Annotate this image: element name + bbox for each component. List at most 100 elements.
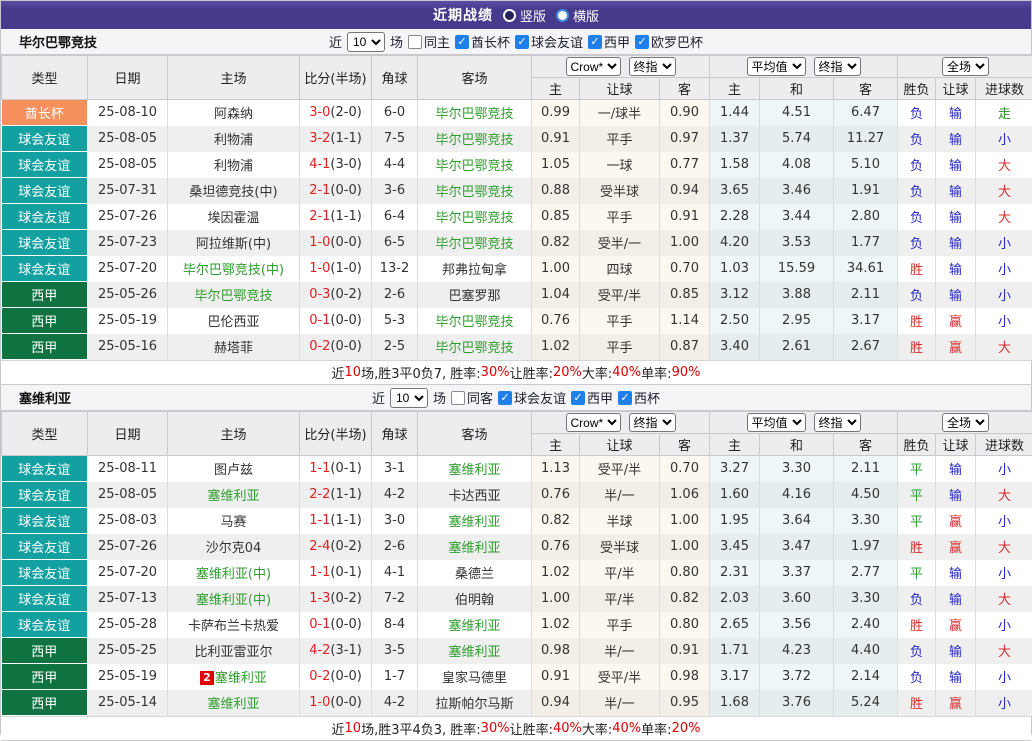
radio-checked-icon[interactable] bbox=[503, 9, 516, 22]
home-team-link[interactable]: 阿拉维斯(中) bbox=[168, 230, 300, 256]
home-team-link[interactable]: 沙尔克04 bbox=[168, 534, 300, 560]
away-team-link[interactable]: 毕尔巴鄂竞技 bbox=[418, 204, 532, 230]
away-team-link[interactable]: 毕尔巴鄂竞技 bbox=[418, 178, 532, 204]
away-team-link[interactable]: 毕尔巴鄂竞技 bbox=[418, 100, 532, 126]
home-team-link[interactable]: 塞维利亚(中) bbox=[168, 586, 300, 612]
same-side-filter[interactable]: 同主 bbox=[408, 32, 450, 51]
avg-final-select[interactable]: 终指 bbox=[814, 57, 861, 76]
home-team-link[interactable]: 图卢兹 bbox=[168, 456, 300, 482]
away-team-link[interactable]: 毕尔巴鄂竞技 bbox=[418, 334, 532, 360]
avg-away-odds: 2.14 bbox=[834, 664, 898, 690]
average-select[interactable]: 平均值 bbox=[747, 57, 806, 76]
home-team-link[interactable]: 马赛 bbox=[168, 508, 300, 534]
league-checkbox[interactable]: ✓ bbox=[618, 391, 632, 405]
col-header-home: 主场 bbox=[168, 56, 300, 100]
result-goals: 大 bbox=[976, 638, 1032, 664]
away-team-link[interactable]: 毕尔巴鄂竞技 bbox=[418, 126, 532, 152]
home-team-link[interactable]: 桑坦德竞技(中) bbox=[168, 178, 300, 204]
fulltime-select[interactable]: 全场 bbox=[942, 57, 989, 76]
corner-score: 7-2 bbox=[372, 586, 418, 612]
home-team-link[interactable]: 埃因霍温 bbox=[168, 204, 300, 230]
league-checkbox[interactable]: ✓ bbox=[571, 391, 585, 405]
home-team-link[interactable]: 毕尔巴鄂竞技(中) bbox=[168, 256, 300, 282]
avg-final-select[interactable]: 终指 bbox=[814, 413, 861, 432]
home-team-link[interactable]: 巴伦西亚 bbox=[168, 308, 300, 334]
away-team-link[interactable]: 巴塞罗那 bbox=[418, 282, 532, 308]
home-team-link[interactable]: 赫塔菲 bbox=[168, 334, 300, 360]
away-team-link[interactable]: 邦弗拉甸拿 bbox=[418, 256, 532, 282]
league-label: 欧罗巴杯 bbox=[651, 32, 703, 51]
competition-badge: 西甲 bbox=[2, 664, 88, 690]
bookmaker-select[interactable]: Crow* bbox=[566, 57, 621, 76]
away-team-link[interactable]: 伯明翰 bbox=[418, 586, 532, 612]
result-handicap: 赢 bbox=[936, 508, 976, 534]
league-filter[interactable]: ✓西甲 bbox=[571, 388, 613, 407]
league-filter[interactable]: ✓西杯 bbox=[618, 388, 660, 407]
home-team-link[interactable]: 利物浦 bbox=[168, 126, 300, 152]
league-filter[interactable]: ✓欧罗巴杯 bbox=[635, 32, 703, 51]
league-checkbox[interactable]: ✓ bbox=[635, 35, 649, 49]
away-team-link[interactable]: 毕尔巴鄂竞技 bbox=[418, 308, 532, 334]
match-count-select[interactable]: 10 bbox=[390, 388, 428, 408]
view-option-vertical[interactable]: 竖版 bbox=[503, 6, 546, 25]
avg-draw-odds: 15.59 bbox=[760, 256, 834, 282]
away-team-link[interactable]: 毕尔巴鄂竞技 bbox=[418, 230, 532, 256]
league-checkbox[interactable]: ✓ bbox=[588, 35, 602, 49]
same-side-filter[interactable]: 同客 bbox=[451, 388, 493, 407]
home-team-link[interactable]: 阿森纳 bbox=[168, 100, 300, 126]
competition-badge: 球会友谊 bbox=[2, 256, 88, 282]
away-team-link[interactable]: 卡达西亚 bbox=[418, 482, 532, 508]
home-team-link[interactable]: 卡萨布兰卡热爱 bbox=[168, 612, 300, 638]
final-odds-select[interactable]: 终指 bbox=[629, 57, 676, 76]
home-team-link[interactable]: 塞维利亚 bbox=[168, 690, 300, 716]
radio-unchecked-icon[interactable] bbox=[556, 9, 569, 22]
competition-badge: 球会友谊 bbox=[2, 204, 88, 230]
match-row: 酋长杯 25-08-10 阿森纳 3-0(2-0) 6-0 毕尔巴鄂竞技 0.9… bbox=[2, 100, 1032, 126]
view-option-horizontal[interactable]: 横版 bbox=[556, 6, 599, 25]
odds-away: 0.95 bbox=[660, 690, 710, 716]
avg-draw-odds: 3.76 bbox=[760, 690, 834, 716]
final-odds-select[interactable]: 终指 bbox=[629, 413, 676, 432]
home-team-link[interactable]: 利物浦 bbox=[168, 152, 300, 178]
result-goals: 大 bbox=[976, 586, 1032, 612]
home-team-link[interactable]: 塞维利亚(中) bbox=[168, 560, 300, 586]
away-team-link[interactable]: 塞维利亚 bbox=[418, 534, 532, 560]
away-team-link[interactable]: 塞维利亚 bbox=[418, 456, 532, 482]
average-select[interactable]: 平均值 bbox=[747, 413, 806, 432]
match-score: 1-0(1-0) bbox=[300, 256, 372, 282]
result-handicap: 输 bbox=[936, 152, 976, 178]
corner-score: 4-4 bbox=[372, 152, 418, 178]
league-checkbox[interactable]: ✓ bbox=[455, 35, 469, 49]
away-team-link[interactable]: 毕尔巴鄂竞技 bbox=[418, 152, 532, 178]
corner-score: 4-2 bbox=[372, 690, 418, 716]
result-win-loss: 平 bbox=[898, 456, 936, 482]
matches-table: 类型 日期 主场 比分(半场) 角球 客场 Crow* 终指 平均值 终指 bbox=[1, 411, 1032, 716]
away-team-link[interactable]: 塞维利亚 bbox=[418, 638, 532, 664]
odds-handicap: 平手 bbox=[580, 204, 660, 230]
corner-score: 6-0 bbox=[372, 100, 418, 126]
avg-away-odds: 4.50 bbox=[834, 482, 898, 508]
home-team-link[interactable]: 2塞维利亚 bbox=[168, 664, 300, 690]
match-count-select[interactable]: 10 bbox=[347, 32, 385, 52]
away-team-link[interactable]: 塞维利亚 bbox=[418, 612, 532, 638]
home-team-link[interactable]: 塞维利亚 bbox=[168, 482, 300, 508]
league-filter[interactable]: ✓西甲 bbox=[588, 32, 630, 51]
league-filter[interactable]: ✓球会友谊 bbox=[515, 32, 583, 51]
corner-score: 3-0 bbox=[372, 508, 418, 534]
same-side-checkbox[interactable] bbox=[408, 35, 422, 49]
league-checkbox[interactable]: ✓ bbox=[515, 35, 529, 49]
bookmaker-select[interactable]: Crow* bbox=[566, 413, 621, 432]
odds-handicap: 受平/半 bbox=[580, 282, 660, 308]
fulltime-select[interactable]: 全场 bbox=[942, 413, 989, 432]
league-filter[interactable]: ✓球会友谊 bbox=[498, 388, 566, 407]
league-filter[interactable]: ✓酋长杯 bbox=[455, 32, 510, 51]
away-team-link[interactable]: 塞维利亚 bbox=[418, 508, 532, 534]
col-header-goals-result: 进球数 bbox=[976, 78, 1032, 100]
away-team-link[interactable]: 桑德兰 bbox=[418, 560, 532, 586]
away-team-link[interactable]: 皇家马德里 bbox=[418, 664, 532, 690]
home-team-link[interactable]: 比利亚雷亚尔 bbox=[168, 638, 300, 664]
home-team-link[interactable]: 毕尔巴鄂竞技 bbox=[168, 282, 300, 308]
same-side-checkbox[interactable] bbox=[451, 391, 465, 405]
away-team-link[interactable]: 拉斯帕尔马斯 bbox=[418, 690, 532, 716]
league-checkbox[interactable]: ✓ bbox=[498, 391, 512, 405]
